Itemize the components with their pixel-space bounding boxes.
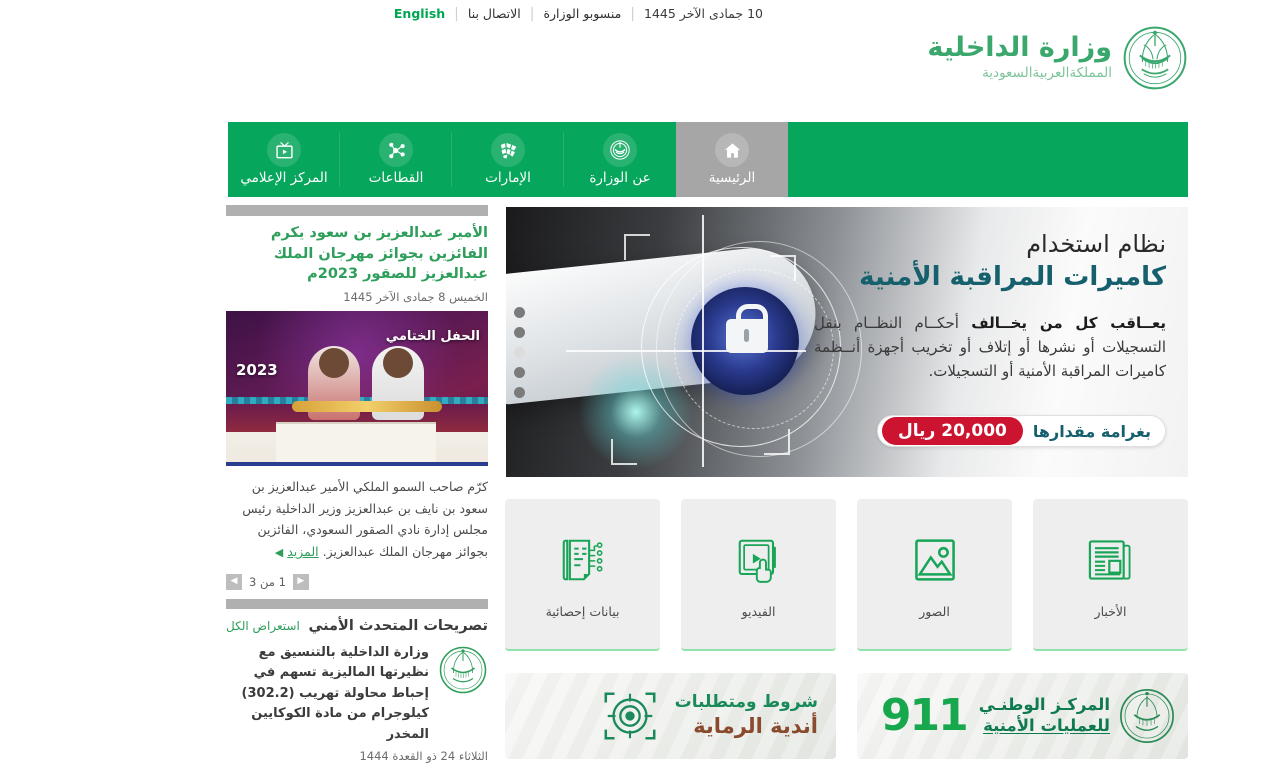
bottom-banners: المركـز الوطنـي للعمليات الأمنية 911 شرو… [83,673,1188,759]
photo-year: 2023 [236,361,278,380]
photo-bottom-bar [226,462,488,467]
home-icon [715,133,749,167]
card-label-statistics: بيانات إحصائية [545,603,620,619]
carousel-dot-2[interactable] [514,327,525,338]
sidebar-news-title[interactable]: الأمير عبدالعزيز بن سعود يكرم الفائزين ب… [226,223,488,285]
nav-label-sectors: القطاعات [368,170,424,186]
frame-bracket [611,439,637,465]
newspaper-icon [1081,530,1141,590]
lock-icon [726,304,768,353]
hero-title-line2: كاميرات المراقبة الأمنية [859,262,1166,292]
carousel-dot-5[interactable] [514,387,525,398]
fine-badge: بغرامة مقدارها 20,000 ريال [877,415,1166,447]
banner-911-operations[interactable]: المركـز الوطنـي للعمليات الأمنية 911 [857,673,1188,759]
topbar-divider: | [454,5,459,22]
emblem-circle-icon [603,133,637,167]
card-label-news: الأخبار [1094,603,1127,619]
main-navigation: الرئيسية عن الوزارة الإمارات القطاعات ال… [228,122,1188,197]
hero-title-line1: نظام استخدام [1026,230,1166,258]
image-icon [905,530,965,590]
service-cards: الأخبار الصور الفيديو بيانات إحصائية [83,499,1188,651]
logo-text-block: وزارة الداخلية المملكةالعربيةالسعودية [927,33,1112,83]
banner-shooting-line2: أندية الرماية [693,714,818,739]
video-play-hand-icon [729,530,789,590]
nav-label-about-ministry: عن الوزارة [589,170,651,186]
nav-item-media-center[interactable]: المركز الإعلامي [228,122,340,197]
hero-text-block: نظام استخدام كاميرات المراقبة الأمنية يع… [814,229,1166,384]
banner-911-number: 911 [880,690,969,741]
nav-item-regions[interactable]: الإمارات [452,122,564,197]
carousel-dot-4[interactable] [514,367,525,378]
saudi-emblem-icon [1120,689,1174,743]
frame-bracket [764,429,790,455]
banner-911-text: المركـز الوطنـي للعمليات الأمنية [979,695,1110,736]
hero-description-bold: يعــاقب كل من يخــالف [971,313,1166,332]
statistics-document-icon [553,530,613,590]
fine-label: بغرامة مقدارها [1032,421,1151,441]
nav-label-home: الرئيسية [708,170,756,186]
carousel-dot-3-active[interactable] [514,347,525,358]
hero-description: يعــاقب كل من يخــالف أحكــام النظــام ب… [814,311,1166,384]
banner-911-line1: المركـز الوطنـي [978,695,1110,715]
hero-carousel-dots [514,307,525,398]
topbar-link-staff[interactable]: منسوبو الوزارة [543,6,621,21]
regions-icon [491,133,525,167]
nav-label-regions: الإمارات [485,170,531,186]
card-photos[interactable]: الصور [857,499,1012,651]
logo-subtitle: المملكةالعربيةالسعودية [982,64,1112,81]
fine-amount: 20,000 ريال [882,417,1023,445]
banner-shooting-text: شروط ومتطلبات أندية الرماية [675,691,818,740]
card-statistics[interactable]: بيانات إحصائية [505,499,660,651]
hijri-date: 10 جمادى الآخر 1445 [644,6,763,21]
nav-item-home[interactable]: الرئيسية [676,122,788,197]
photo-caption: الحفل الختامي [385,329,480,345]
banner-911-line2: للعمليات الأمنية [983,716,1110,735]
topbar-link-contact[interactable]: الاتصال بنا [468,6,521,21]
saudi-emblem-icon [1123,26,1187,90]
page-root: 10 جمادى الآخر 1445 | منسوبو الوزارة | ا… [0,0,1273,767]
nav-label-media-center: المركز الإعلامي [240,170,328,186]
frame-bracket [770,255,796,281]
media-tv-icon [267,133,301,167]
site-logo[interactable]: وزارة الداخلية المملكةالعربيةالسعودية [927,25,1188,91]
sidebar-top-bar [226,205,488,216]
sidebar-news-date: الخميس 8 جمادى الآخر 1445 [343,290,488,305]
podium [276,422,436,467]
carousel-dot-1[interactable] [514,307,525,318]
sectors-network-icon [379,133,413,167]
top-utility-bar: 10 جمادى الآخر 1445 | منسوبو الوزارة | ا… [0,0,1273,27]
card-label-photos: الصور [919,603,950,619]
topbar-divider: | [630,5,636,22]
topbar-link-english[interactable]: English [394,6,445,21]
hero-banner[interactable]: نظام استخدام كاميرات المراقبة الأمنية يع… [506,207,1188,477]
golden-sword-icon [292,401,442,413]
nav-item-sectors[interactable]: القطاعات [340,122,452,197]
nav-item-about-ministry[interactable]: عن الوزارة [564,122,676,197]
banner-shooting-line1: شروط ومتطلبات [674,692,818,713]
banner-shooting-clubs[interactable]: شروط ومتطلبات أندية الرماية [505,673,836,759]
card-label-video: الفيديو [741,603,776,619]
person-head [383,348,413,379]
frame-bracket [624,234,650,260]
card-video[interactable]: الفيديو [681,499,836,651]
person-head [319,348,349,379]
logo-title: وزارة الداخلية [927,32,1112,64]
topbar-divider: | [529,5,535,22]
sidebar-news-photo[interactable]: الحفل الختامي 2023 [226,311,488,467]
card-news[interactable]: الأخبار [1033,499,1188,651]
crosshair-vertical [702,215,704,467]
target-crosshair-icon [604,692,656,740]
crosshair-horizontal [566,350,806,352]
